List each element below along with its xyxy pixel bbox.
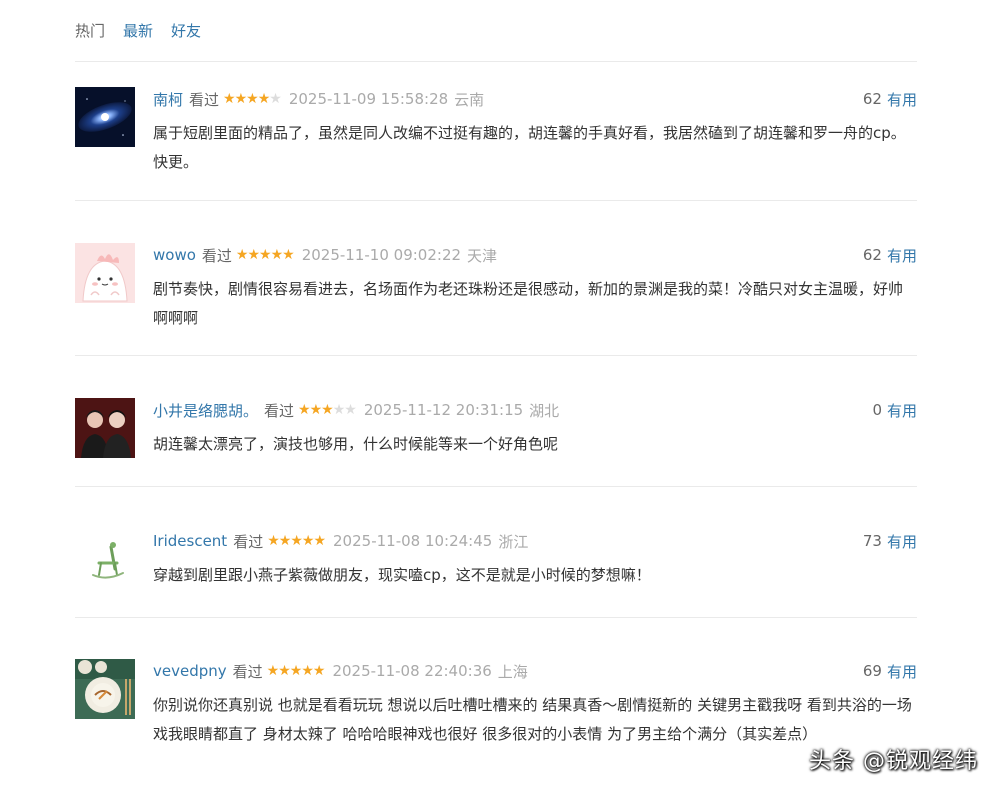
comment-divider bbox=[75, 355, 917, 356]
useful-vote: 73 有用 bbox=[863, 529, 917, 553]
star-filled-icon: ★ bbox=[321, 402, 334, 418]
comment-meta: wowo 看过 ★★★★★ 2025-11-10 09:02:22 天津 bbox=[153, 243, 917, 267]
comment-meta: vevedpny 看过 ★★★★★ 2025-11-08 22:40:36 上海 bbox=[153, 659, 917, 683]
star-filled-icon: ★ bbox=[270, 247, 284, 263]
comment-location: 湖北 bbox=[529, 401, 560, 420]
comment-user-name[interactable]: Iridescent bbox=[153, 532, 227, 550]
comment-divider bbox=[75, 200, 917, 201]
star-filled-icon: ★ bbox=[247, 247, 260, 263]
two-people-avatar-icon[interactable] bbox=[75, 398, 135, 458]
comment-time: 2025-11-12 20:31:15 bbox=[363, 401, 524, 419]
comment-text: 剧节奏快，剧情很容易看进去，名场面作为老还珠粉还是很感动，新加的景渊是我的菜！冷… bbox=[153, 280, 904, 327]
star-filled-icon: ★ bbox=[259, 247, 272, 263]
star-filled-icon: ★ bbox=[257, 91, 271, 107]
filter-tabs: 热门 最新 好友 bbox=[75, 20, 219, 41]
useful-count: 62 bbox=[862, 90, 882, 108]
comment-user-name[interactable]: wowo bbox=[153, 246, 196, 264]
comment-text: 你别说你还真别说 也就是看看玩玩 想说以后吐槽吐槽来的 结果真香～剧情挺新的 关… bbox=[153, 696, 912, 743]
star-empty-icon: ★ bbox=[269, 91, 282, 107]
useful-count: 0 bbox=[872, 401, 882, 419]
star-filled-icon: ★ bbox=[266, 663, 280, 679]
comment-location: 云南 bbox=[454, 90, 485, 109]
useful-vote: 69 有用 bbox=[863, 659, 917, 683]
galaxy-avatar-icon[interactable] bbox=[75, 87, 135, 147]
comment-divider bbox=[75, 617, 917, 618]
watched-label: 看过 bbox=[189, 90, 220, 109]
useful-button[interactable]: 有用 bbox=[887, 400, 917, 421]
star-rating: ★★★★★ bbox=[267, 533, 326, 549]
comment-time: 2025-11-08 22:40:36 bbox=[332, 662, 492, 680]
comment-location: 浙江 bbox=[498, 532, 529, 551]
comment-item: vevedpny 看过 ★★★★★ 2025-11-08 22:40:36 上海… bbox=[75, 659, 917, 769]
comment-time: 2025-11-09 15:58:28 bbox=[288, 90, 449, 108]
watched-label: 看过 bbox=[201, 246, 232, 265]
comment-time: 2025-11-08 10:24:45 bbox=[333, 532, 493, 550]
tab-friends[interactable]: 好友 bbox=[171, 20, 201, 41]
star-empty-icon: ★ bbox=[344, 402, 357, 418]
comment-item: Iridescent 看过 ★★★★★ 2025-11-08 10:24:45 … bbox=[75, 529, 917, 599]
comment-text: 穿越到剧里跟小燕子紫薇做朋友，现实嗑cp，这不是就是小时候的梦想嘛！ bbox=[153, 566, 651, 584]
watched-label: 看过 bbox=[232, 662, 263, 681]
useful-button[interactable]: 有用 bbox=[887, 245, 917, 266]
comment-time: 2025-11-10 09:02:22 bbox=[301, 246, 462, 264]
rocking-chair-avatar-icon[interactable] bbox=[75, 529, 135, 589]
star-filled-icon: ★ bbox=[313, 533, 326, 549]
useful-vote: 0 有用 bbox=[872, 398, 917, 422]
useful-button[interactable]: 有用 bbox=[887, 531, 917, 552]
comment-divider bbox=[75, 486, 917, 487]
tab-hot[interactable]: 热门 bbox=[75, 20, 105, 41]
star-rating: ★★★★★ bbox=[223, 91, 282, 107]
comment-text: 属于短剧里面的精品了，虽然是同人改编不过挺有趣的，胡连馨的手真好看，我居然磕到了… bbox=[153, 124, 906, 171]
watched-label: 看过 bbox=[264, 401, 295, 420]
useful-vote: 62 有用 bbox=[863, 243, 917, 267]
useful-count: 73 bbox=[862, 532, 882, 550]
star-filled-icon: ★ bbox=[246, 91, 259, 107]
star-rating: ★★★★★ bbox=[266, 663, 326, 679]
star-rating: ★★★★★ bbox=[298, 402, 357, 418]
star-filled-icon: ★ bbox=[289, 663, 303, 679]
comment-user-name[interactable]: 南柯 bbox=[153, 89, 183, 110]
star-filled-icon: ★ bbox=[278, 663, 291, 679]
comment-location: 天津 bbox=[467, 246, 498, 265]
comment-location: 上海 bbox=[497, 662, 528, 681]
source-watermark: 头条 @锐观经纬 bbox=[809, 749, 978, 774]
watched-label: 看过 bbox=[233, 532, 264, 551]
cartoon-dino-avatar-icon[interactable] bbox=[75, 243, 135, 303]
star-filled-icon: ★ bbox=[235, 247, 249, 263]
comment-text: 胡连馨太漂亮了，演技也够用，什么时候能等来一个好角色呢 bbox=[153, 435, 559, 453]
star-filled-icon: ★ bbox=[301, 663, 314, 679]
star-filled-icon: ★ bbox=[234, 91, 248, 107]
comment-meta: Iridescent 看过 ★★★★★ 2025-11-08 10:24:45 … bbox=[153, 529, 917, 553]
star-filled-icon: ★ bbox=[290, 533, 303, 549]
useful-button[interactable]: 有用 bbox=[887, 661, 917, 682]
star-rating: ★★★★★ bbox=[235, 247, 295, 263]
star-empty-icon: ★ bbox=[332, 402, 346, 418]
useful-vote: 62 有用 bbox=[863, 87, 917, 111]
useful-count: 62 bbox=[862, 246, 882, 264]
star-filled-icon: ★ bbox=[282, 247, 295, 263]
comment-item: wowo 看过 ★★★★★ 2025-11-10 09:02:22 天津 62 … bbox=[75, 243, 917, 343]
tabs-divider bbox=[75, 61, 917, 62]
comment-user-name[interactable]: 小井是络腮胡。 bbox=[153, 400, 258, 421]
star-filled-icon: ★ bbox=[301, 533, 315, 549]
star-filled-icon: ★ bbox=[312, 663, 326, 679]
star-filled-icon: ★ bbox=[298, 402, 311, 418]
dish-avatar-icon[interactable] bbox=[75, 659, 135, 719]
star-filled-icon: ★ bbox=[223, 91, 236, 107]
useful-button[interactable]: 有用 bbox=[887, 89, 917, 110]
comment-item: 南柯 看过 ★★★★★ 2025-11-09 15:58:28 云南 62 有用… bbox=[75, 87, 917, 187]
comment-meta: 南柯 看过 ★★★★★ 2025-11-09 15:58:28 云南 bbox=[153, 87, 917, 111]
comment-item: 小井是络腮胡。 看过 ★★★★★ 2025-11-12 20:31:15 湖北 … bbox=[75, 398, 917, 468]
useful-count: 69 bbox=[862, 662, 882, 680]
tab-latest[interactable]: 最新 bbox=[123, 20, 153, 41]
comment-meta: 小井是络腮胡。 看过 ★★★★★ 2025-11-12 20:31:15 湖北 bbox=[153, 398, 917, 422]
star-filled-icon: ★ bbox=[278, 533, 292, 549]
star-filled-icon: ★ bbox=[267, 533, 280, 549]
comment-user-name[interactable]: vevedpny bbox=[153, 662, 227, 680]
star-filled-icon: ★ bbox=[309, 402, 323, 418]
